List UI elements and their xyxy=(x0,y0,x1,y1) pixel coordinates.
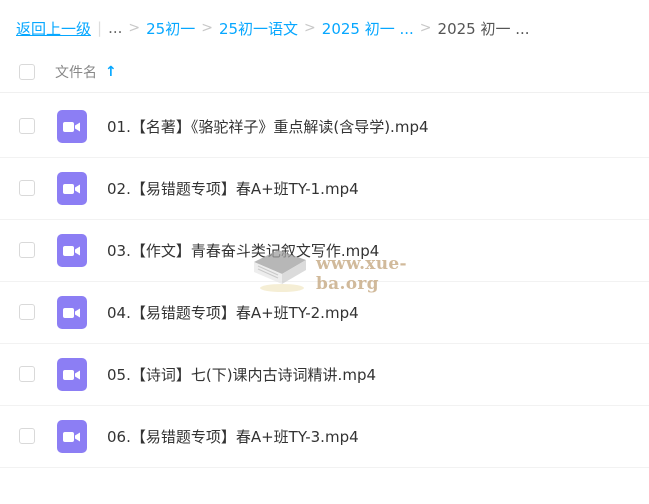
video-file-icon xyxy=(57,358,87,391)
breadcrumb-item-25-grade7[interactable]: 25初一 xyxy=(146,18,195,39)
select-all-checkbox[interactable] xyxy=(19,64,35,80)
file-checkbox[interactable] xyxy=(19,242,35,258)
file-name[interactable]: 06.【易错题专项】春A+班TY-3.mp4 xyxy=(107,426,359,447)
breadcrumb-item-2025-grade7[interactable]: 2025 初一 ... xyxy=(322,18,414,39)
file-list: 01.【名著】《骆驼祥子》重点解读(含导学).mp4 02.【易错题专项】春A+… xyxy=(0,96,649,468)
file-checkbox[interactable] xyxy=(19,180,35,196)
video-file-icon xyxy=(57,420,87,453)
list-item[interactable]: 06.【易错题专项】春A+班TY-3.mp4 xyxy=(0,406,649,468)
sort-by-name-button[interactable]: 文件名 ↑ xyxy=(55,62,117,82)
video-file-icon xyxy=(57,296,87,329)
chevron-right-icon: > xyxy=(201,20,213,36)
column-header-file-name: 文件名 xyxy=(55,65,97,81)
video-file-icon xyxy=(57,172,87,205)
sort-ascending-icon: ↑ xyxy=(105,64,117,80)
list-item[interactable]: 01.【名著】《骆驼祥子》重点解读(含导学).mp4 xyxy=(0,96,649,158)
breadcrumb-ellipsis[interactable]: ... xyxy=(108,19,122,37)
video-file-icon xyxy=(57,234,87,267)
file-name[interactable]: 04.【易错题专项】春A+班TY-2.mp4 xyxy=(107,302,359,323)
file-name[interactable]: 05.【诗词】七(下)课内古诗词精讲.mp4 xyxy=(107,364,376,385)
list-item[interactable]: 03.【作文】青春奋斗类记叙文写作.mp4 xyxy=(0,220,649,282)
breadcrumb-current: 2025 初一 ... xyxy=(437,19,530,38)
chevron-right-icon: > xyxy=(128,20,141,36)
breadcrumb-item-25-grade7-chinese[interactable]: 25初一语文 xyxy=(219,18,298,39)
file-checkbox[interactable] xyxy=(19,304,35,320)
file-checkbox[interactable] xyxy=(19,366,35,382)
file-name[interactable]: 02.【易错题专项】春A+班TY-1.mp4 xyxy=(107,178,359,199)
file-checkbox[interactable] xyxy=(19,118,35,134)
breadcrumb: 返回上一级 | ... > 25初一 > 25初一语文 > 2025 初一 ..… xyxy=(16,14,530,42)
back-link[interactable]: 返回上一级 xyxy=(16,18,91,39)
chevron-right-icon: > xyxy=(419,20,432,36)
list-item[interactable]: 02.【易错题专项】春A+班TY-1.mp4 xyxy=(0,158,649,220)
file-name[interactable]: 03.【作文】青春奋斗类记叙文写作.mp4 xyxy=(107,240,379,261)
list-item[interactable]: 04.【易错题专项】春A+班TY-2.mp4 xyxy=(0,282,649,344)
file-checkbox[interactable] xyxy=(19,428,35,444)
file-list-header: 文件名 ↑ xyxy=(0,52,649,93)
file-name[interactable]: 01.【名著】《骆驼祥子》重点解读(含导学).mp4 xyxy=(107,116,429,137)
breadcrumb-divider: | xyxy=(97,19,103,37)
video-file-icon xyxy=(57,110,87,143)
list-item[interactable]: 05.【诗词】七(下)课内古诗词精讲.mp4 xyxy=(0,344,649,406)
chevron-right-icon: > xyxy=(304,20,316,36)
